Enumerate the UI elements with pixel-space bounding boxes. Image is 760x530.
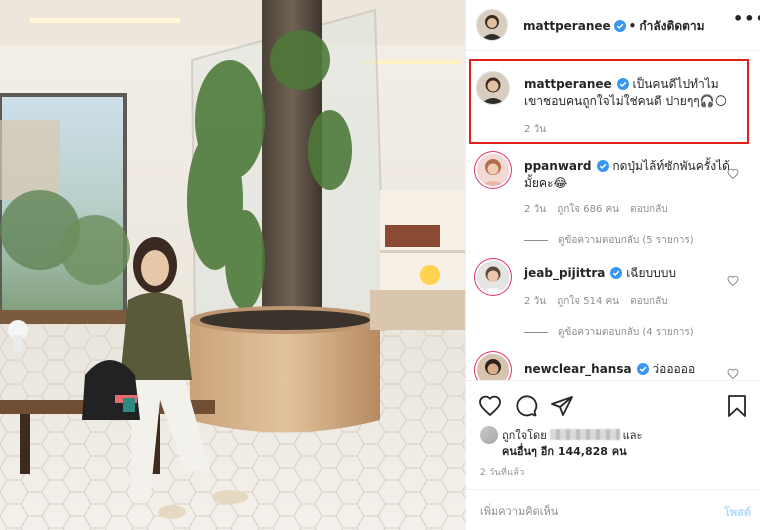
comment-time: 2 วัน xyxy=(524,296,546,307)
comment-text: jeab_pijittra เฉียบบบบ xyxy=(524,265,734,282)
add-comment-bar: โพสต์ xyxy=(466,489,760,530)
reply-button[interactable]: ตอบกลับ xyxy=(630,296,667,307)
post-timestamp[interactable]: 2 วันที่แล้ว xyxy=(480,465,525,479)
separator-dot: • xyxy=(628,19,637,33)
commenter-avatar[interactable] xyxy=(477,354,509,380)
liker-avatar[interactable] xyxy=(480,426,498,444)
post-header: mattperanee •กำลังติดตาม ••• xyxy=(466,0,760,51)
likes-summary: ถูกใจโดย และ คนอื่นๆ อีก 144,828 คน xyxy=(480,426,642,460)
comment-time: 2 วัน xyxy=(524,204,546,215)
author-avatar[interactable] xyxy=(477,10,507,40)
caption-highlight-box xyxy=(469,59,749,144)
comment-body: เฉียบบบบ xyxy=(626,266,676,280)
share-icon[interactable] xyxy=(550,394,574,418)
comment-username[interactable]: jeab_pijittra xyxy=(524,266,605,280)
comment-username[interactable]: newclear_hansa xyxy=(524,362,632,376)
comment-input[interactable] xyxy=(480,502,700,520)
likes-count[interactable]: คนอื่นๆ อีก 144,828 คน xyxy=(502,445,627,458)
post-comment-button[interactable]: โพสต์ xyxy=(724,503,751,521)
following-button[interactable]: กำลังติดตาม xyxy=(639,19,704,33)
comment-text: ppanward กดปุ่มไล้ท์ซักพันครั้งได้มั้ยคะ… xyxy=(524,158,734,192)
verified-icon xyxy=(636,363,649,375)
author-username[interactable]: mattperanee xyxy=(523,19,611,33)
reply-button[interactable]: ตอบกลับ xyxy=(630,204,667,215)
comment-likes[interactable]: ถูกใจ 686 คน xyxy=(557,204,619,215)
comment-username[interactable]: ppanward xyxy=(524,159,592,173)
commenter-avatar[interactable] xyxy=(477,154,509,186)
heart-icon[interactable] xyxy=(478,394,502,418)
comment-meta: 2 วัน ถูกใจ 686 คน ตอบกลับ xyxy=(524,202,676,217)
bookmark-icon[interactable] xyxy=(725,394,749,418)
like-comment-heart-icon[interactable] xyxy=(727,275,739,287)
comment-meta: 2 วัน ถูกใจ 514 คน ตอบกลับ xyxy=(524,294,676,309)
liked-by-label: ถูกใจโดย xyxy=(502,429,547,442)
comment-body: ว่อออออ xyxy=(652,362,696,376)
view-replies-button[interactable]: ดูข้อความตอบกลับ (4 รายการ) xyxy=(524,325,694,340)
like-comment-heart-icon[interactable] xyxy=(727,368,739,380)
post-actions: ถูกใจโดย และ คนอื่นๆ อีก 144,828 คน 2 วัน… xyxy=(466,380,760,530)
view-replies-label: ดูข้อความตอบกลับ (4 รายการ) xyxy=(558,327,694,338)
post-image xyxy=(0,0,465,530)
post-photo[interactable] xyxy=(0,0,465,530)
comment-likes[interactable]: ถูกใจ 514 คน xyxy=(557,296,619,307)
replies-divider xyxy=(524,239,548,241)
view-replies-label: ดูข้อความตอบกลับ (5 รายการ) xyxy=(558,235,694,246)
comment-icon[interactable] xyxy=(514,394,538,418)
verified-icon xyxy=(610,267,623,279)
comment-text: newclear_hansa ว่อออออ xyxy=(524,361,734,378)
like-comment-heart-icon[interactable] xyxy=(727,168,739,180)
replies-divider xyxy=(524,331,548,333)
view-replies-button[interactable]: ดูข้อความตอบกลับ (5 รายการ) xyxy=(524,233,694,248)
liked-by-and: และ xyxy=(622,429,643,442)
verified-icon xyxy=(596,160,609,172)
more-options-icon[interactable]: ••• xyxy=(733,11,760,32)
author-line: mattperanee • กำลังติดตาม xyxy=(523,17,705,36)
verified-icon xyxy=(613,20,626,32)
commenter-avatar[interactable] xyxy=(477,261,509,293)
liker-username-blurred[interactable] xyxy=(549,429,620,440)
